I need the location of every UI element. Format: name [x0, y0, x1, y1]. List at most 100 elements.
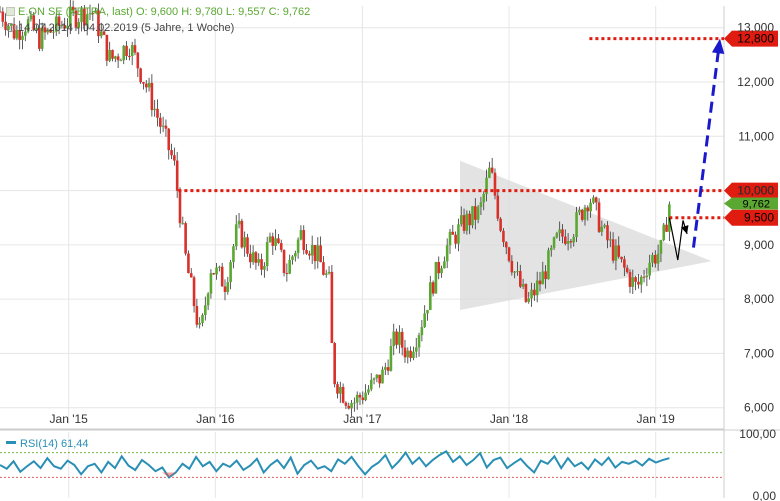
x-tick-label: Jan '18	[490, 412, 529, 426]
candle-body	[156, 108, 159, 118]
candle-body	[136, 52, 140, 69]
candle-body	[369, 379, 373, 390]
candle-body	[592, 197, 595, 203]
candle-body	[549, 247, 553, 251]
candle-body	[434, 261, 438, 294]
candle-body	[192, 277, 196, 307]
x-axis-labels: Jan '15 Jan '16 Jan '17 Jan '18 Jan '19	[50, 412, 676, 426]
candle-body	[566, 241, 570, 244]
candle-body	[578, 209, 581, 213]
rsi-swatch-icon	[6, 441, 16, 444]
candle-body	[364, 392, 367, 401]
candle-body	[322, 262, 325, 275]
candle-body	[116, 56, 120, 61]
candle-body	[296, 239, 300, 254]
candle-body	[147, 82, 151, 88]
candle-body	[639, 276, 643, 285]
candle-body	[518, 271, 522, 287]
candle-body	[324, 273, 328, 275]
candle-body	[167, 128, 171, 151]
candle-body	[665, 224, 668, 232]
candle-body	[645, 275, 649, 278]
y-tick-label: 9,000	[744, 238, 774, 252]
candle-body	[130, 45, 134, 57]
candle-body	[423, 313, 426, 328]
candle-body	[617, 245, 621, 257]
candle-body	[493, 172, 497, 196]
triangle-shape	[460, 160, 712, 310]
candle-body	[530, 289, 533, 299]
legend-toggle-icon[interactable]	[6, 7, 15, 16]
x-tick-label: Jan '16	[196, 412, 235, 426]
candle-body	[175, 160, 179, 191]
candle-body	[648, 262, 651, 276]
candle-body	[268, 236, 272, 242]
rsi-panel: 100,00 0,00	[0, 427, 780, 501]
candle-body	[21, 35, 24, 40]
candle-body	[558, 229, 561, 234]
candle-body	[161, 125, 165, 127]
candle-body	[187, 253, 190, 274]
candle-body	[260, 259, 263, 270]
candle-body	[310, 245, 314, 256]
target-arrowhead	[711, 38, 725, 54]
candle-body	[443, 261, 446, 269]
candle-body	[476, 207, 480, 220]
candle-body	[479, 202, 483, 208]
candle-body	[386, 367, 390, 371]
candle-body	[212, 273, 216, 275]
candle-body	[313, 245, 317, 262]
candle-body	[409, 350, 412, 358]
candle-body	[457, 224, 460, 244]
candle-body	[218, 266, 221, 268]
candle-body	[282, 249, 286, 273]
candle-body	[279, 243, 283, 250]
candle-body	[547, 250, 550, 280]
candle-body	[246, 237, 249, 254]
candle-body	[299, 230, 303, 240]
candle-body	[173, 155, 176, 161]
candle-body	[527, 298, 531, 302]
candle-body	[392, 331, 396, 347]
candle-body	[524, 284, 528, 302]
candle-body	[653, 255, 657, 264]
candle-body	[437, 261, 441, 274]
candle-body	[361, 397, 365, 401]
candle-body	[316, 245, 320, 262]
candle-body	[128, 55, 131, 57]
candle-body	[220, 266, 224, 287]
candle-body	[336, 384, 339, 394]
candle-body	[153, 108, 156, 111]
candle-body	[229, 262, 232, 283]
candle-body	[589, 202, 592, 212]
candle-body	[510, 260, 514, 273]
candle-body	[201, 314, 204, 323]
candle-body	[319, 245, 322, 263]
candle-body	[465, 213, 469, 231]
candle-body	[468, 213, 471, 226]
candle-body	[583, 207, 587, 220]
candle-body	[133, 45, 137, 53]
candle-body	[628, 272, 632, 287]
candle-body	[170, 150, 173, 156]
current-price-label: 9,762	[742, 198, 770, 210]
candle-body	[538, 280, 542, 285]
candle-body	[189, 273, 193, 278]
candle-body	[226, 282, 230, 292]
candle-body	[294, 253, 297, 257]
candle-body	[302, 230, 306, 251]
candle-body	[114, 56, 117, 59]
candle-body	[372, 378, 376, 380]
candle-body	[420, 327, 424, 336]
candle-body	[603, 225, 606, 227]
candle-body	[257, 259, 261, 263]
candle-body	[471, 206, 474, 226]
candle-body	[330, 271, 334, 344]
candle-body	[111, 50, 114, 59]
candle-body	[521, 284, 525, 287]
candle-body	[431, 282, 435, 294]
candle-body	[198, 322, 201, 325]
candle-body	[600, 226, 604, 232]
projection-annotations	[668, 38, 725, 261]
candle-body	[347, 405, 351, 409]
